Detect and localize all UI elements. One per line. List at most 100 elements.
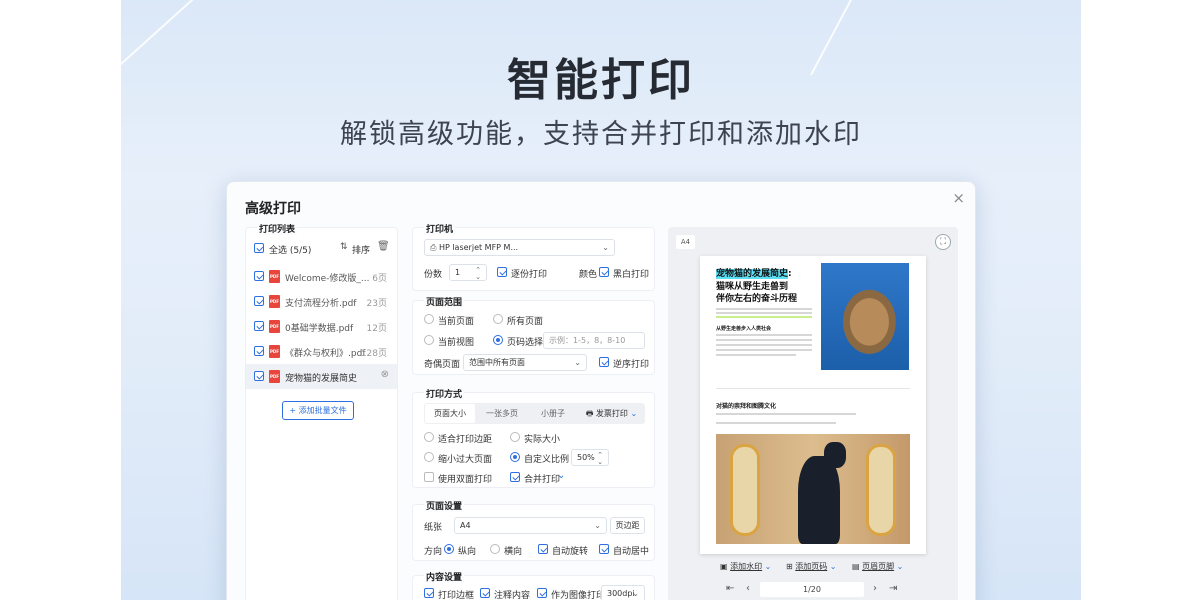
all-pages-radio[interactable] <box>493 314 503 324</box>
page-range-placeholder: 示例：1-5，8，8-10 <box>549 336 626 345</box>
page-setup-panel: 页面设置 纸张 A4 ⌄ 页边距 方向 纵向 横向 自动旋转 自动居中 <box>412 499 655 561</box>
annotations-label: 注释内容 <box>494 591 531 600</box>
first-page-icon[interactable]: ⇤ <box>726 583 734 594</box>
paper-size-badge-label: A4 <box>680 238 691 246</box>
file-name: 宠物猫的发展简史 <box>285 374 358 384</box>
current-view-radio[interactable] <box>424 335 434 345</box>
duplex-checkbox[interactable] <box>424 472 434 482</box>
file-checkbox[interactable] <box>254 371 264 381</box>
black-white-checkbox[interactable] <box>599 267 609 277</box>
list-item[interactable]: 0基础学数据.pdf 12页 <box>246 314 397 339</box>
tab-invoice-print[interactable]: 🖶 发票打印 ⌄ <box>579 404 644 423</box>
auto-center-checkbox[interactable] <box>599 544 609 554</box>
tab-page-size[interactable]: 页面大小 <box>425 404 475 423</box>
page-indicator[interactable]: 1/20 <box>760 582 864 597</box>
printer-select[interactable]: ⎙ HP laserjet MFP M... ⌄ <box>424 239 615 256</box>
content-setup-panel: 内容设置 打印边框 注释内容 作为图像打印 300dpi ⌄ <box>412 570 655 600</box>
content-setup-heading: 内容设置 <box>424 570 465 583</box>
last-page-icon[interactable]: ⇥ <box>889 583 897 594</box>
list-item[interactable]: 《群众与权利》.pdf 128页 <box>246 339 397 364</box>
page-select-radio[interactable] <box>493 335 503 345</box>
sort-button[interactable]: 排序 <box>352 243 370 256</box>
file-checkbox[interactable] <box>254 271 264 281</box>
shrink-large-radio[interactable] <box>424 452 434 462</box>
close-icon[interactable]: × <box>952 189 965 207</box>
portrait-radio[interactable] <box>444 544 454 554</box>
page-select-label: 页码选择 <box>507 338 544 348</box>
next-page-icon[interactable]: › <box>873 583 877 594</box>
tab-multi-page[interactable]: 一张多页 <box>477 404 527 423</box>
select-all-checkbox[interactable] <box>254 243 264 253</box>
list-item[interactable]: Welcome-修改版_... 6页 <box>246 264 397 289</box>
sort-icon[interactable]: ⇅ <box>340 242 348 252</box>
odd-even-label: 奇偶页面 <box>424 360 461 370</box>
file-checkbox[interactable] <box>254 346 264 356</box>
add-watermark-button[interactable]: ▣ 添加水印 ⌄ <box>720 561 771 572</box>
pdf-file-icon <box>269 320 280 333</box>
chevron-down-icon: ⌄ <box>594 521 601 530</box>
prev-page-icon[interactable]: ‹ <box>746 583 750 594</box>
add-batch-files-label: 添加批量文件 <box>298 406 347 415</box>
chevron-down-icon: ⌄ <box>894 562 904 571</box>
chevron-down-icon: ⌄ <box>827 562 837 571</box>
print-mode-panel: 打印方式 页面大小 一张多页 小册子 🖶 发票打印 ⌄ 适合打印边距 实际大小 … <box>412 387 655 488</box>
scale-value: 50% <box>577 453 595 462</box>
black-white-label: 黑白打印 <box>613 270 650 280</box>
text-line <box>716 308 812 310</box>
printer-name: HP laserjet MFP M... <box>438 243 519 252</box>
header-footer-button[interactable]: ▤ 页眉页脚 ⌄ <box>852 561 903 572</box>
print-border-checkbox[interactable] <box>424 588 434 598</box>
reverse-print-checkbox[interactable] <box>599 357 609 367</box>
text-line <box>716 344 812 346</box>
file-pages: 23页 <box>366 299 387 309</box>
odd-even-select[interactable]: 范围中所有页面 ⌄ <box>463 354 587 371</box>
divider <box>716 388 910 389</box>
printer-icon: ⎙ <box>430 243 439 252</box>
actual-size-radio[interactable] <box>510 432 520 442</box>
print-as-image-checkbox[interactable] <box>537 588 547 598</box>
dpi-select[interactable]: 300dpi ⌄ <box>601 585 645 600</box>
page-navigator: ⇤ ‹ 1/20 › ⇥ <box>668 582 958 598</box>
add-page-number-button[interactable]: ⊞ 添加页码 ⌄ <box>786 561 837 572</box>
landscape-radio[interactable] <box>490 544 500 554</box>
list-item-selected[interactable]: 宠物猫的发展简史 ⊗ <box>246 364 397 389</box>
page-range-panel: 页面范围 当前页面 所有页面 当前视图 页码选择 示例：1-5，8，8-10 奇… <box>412 295 655 375</box>
margin-button[interactable]: 页边距 <box>610 517 645 534</box>
page-indicator-text: 1/20 <box>803 585 821 594</box>
chevron-down-icon: ⌄ <box>762 562 772 571</box>
scale-stepper[interactable]: 50% ⌃ ⌄ <box>571 449 609 466</box>
add-batch-files-button[interactable]: + 添加批量文件 <box>282 401 354 420</box>
remove-file-icon[interactable]: ⊗ <box>381 369 389 380</box>
paper-select[interactable]: A4 ⌄ <box>454 517 607 534</box>
file-checkbox[interactable] <box>254 296 264 306</box>
cartouche-left <box>730 444 760 536</box>
file-name: 支付流程分析.pdf <box>285 299 357 309</box>
plus-icon: + <box>289 406 299 415</box>
tab-booklet[interactable]: 小册子 <box>529 404 577 423</box>
file-pages: 12页 <box>366 324 387 334</box>
trash-icon[interactable]: 🗑 <box>377 241 390 252</box>
advanced-print-dialog: 高级打印 × 打印列表 全选 (5/5) ⇅ 排序 🗑 Welcome-修改版_… <box>226 181 976 600</box>
paper-size-badge: A4 <box>676 235 695 249</box>
collate-checkbox[interactable] <box>497 267 507 277</box>
merge-print-checkbox[interactable] <box>510 472 520 482</box>
print-border-label: 打印边框 <box>438 591 475 600</box>
chevron-down-icon[interactable]: ⌄ <box>557 470 565 481</box>
cat-photo <box>821 263 909 370</box>
annotations-checkbox[interactable] <box>480 588 490 598</box>
print-mode-heading: 打印方式 <box>424 387 465 400</box>
auto-rotate-checkbox[interactable] <box>538 544 548 554</box>
fit-page-icon[interactable]: ⛶ <box>935 234 951 250</box>
current-page-radio[interactable] <box>424 314 434 324</box>
fit-margin-radio[interactable] <box>424 432 434 442</box>
egyptian-cat-illustration <box>716 434 910 544</box>
custom-scale-radio[interactable] <box>510 452 520 462</box>
copies-stepper[interactable]: 1 ⌃ ⌄ <box>449 264 487 281</box>
page-range-input[interactable]: 示例：1-5，8，8-10 <box>543 332 645 349</box>
list-item[interactable]: 支付流程分析.pdf 23页 <box>246 289 397 314</box>
cat-statue <box>798 456 840 544</box>
print-as-image-label: 作为图像打印 <box>551 591 606 600</box>
landscape-label: 横向 <box>504 547 523 557</box>
file-checkbox[interactable] <box>254 321 264 331</box>
dialog-title: 高级打印 <box>245 201 301 217</box>
